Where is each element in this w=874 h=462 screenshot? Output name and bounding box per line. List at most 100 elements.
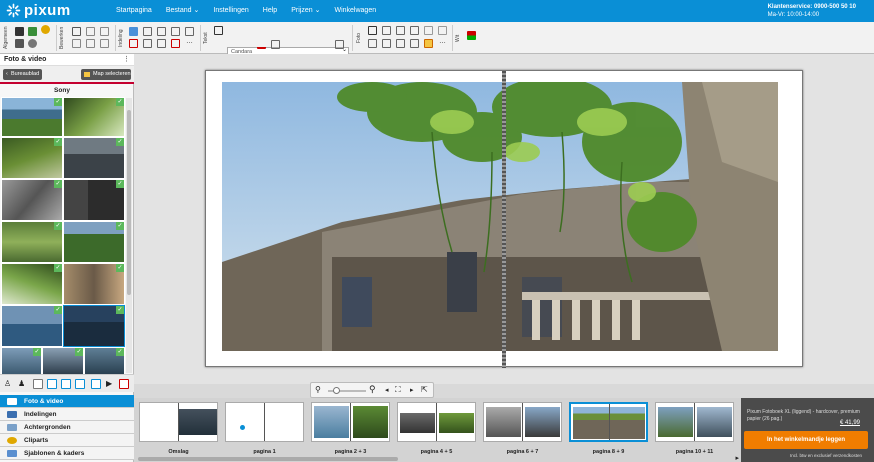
menu-help[interactable]: Help	[263, 6, 277, 14]
photo-effect-icon[interactable]	[424, 26, 433, 35]
menu-instellingen[interactable]: Instellingen	[213, 6, 248, 14]
grid-medium-icon[interactable]	[61, 379, 71, 389]
font-color-icon[interactable]	[257, 40, 266, 49]
filmstrip-scrollbar[interactable]	[138, 457, 398, 461]
align-icon[interactable]	[143, 27, 152, 36]
paint-bucket-icon[interactable]	[271, 40, 280, 49]
photo-rotate-icon[interactable]	[396, 26, 405, 35]
menu-prijzen[interactable]: Prijzen ⌄	[291, 6, 320, 15]
help-icon[interactable]	[41, 25, 50, 34]
photo-thumbnail[interactable]: ✓	[84, 347, 125, 375]
redo-icon[interactable]	[86, 27, 95, 36]
arrow-right-icon[interactable]: ▸	[410, 386, 414, 394]
fullscreen-icon[interactable]: ⛶	[395, 385, 401, 395]
nav-cliparts[interactable]: Cliparts	[0, 434, 134, 447]
spread-photo[interactable]	[222, 82, 778, 351]
cut-icon[interactable]	[72, 39, 81, 48]
page-thumb-pagina-6-7[interactable]: pagina 6 + 7	[483, 402, 562, 455]
photo-thumbnail[interactable]: ✓	[63, 221, 125, 263]
paste-icon[interactable]	[100, 39, 109, 48]
layer-back-icon[interactable]	[185, 27, 194, 36]
photo-swap-icon[interactable]	[410, 39, 419, 48]
photo-fit-icon[interactable]	[382, 39, 391, 48]
person-icon[interactable]: ♙	[4, 379, 14, 389]
fit-page-icon[interactable]: ⇱	[421, 385, 428, 394]
photo-thumbnail[interactable]: ✓	[63, 305, 125, 347]
more-icon[interactable]: …	[185, 38, 194, 48]
add-photo-icon[interactable]	[91, 379, 101, 389]
save-icon[interactable]	[15, 27, 24, 36]
crop-icon[interactable]	[382, 26, 391, 35]
photo-thumbnail[interactable]: ✓	[63, 137, 125, 179]
arrow-left-icon[interactable]: ◂	[385, 386, 389, 394]
photo-thumbnail[interactable]: ✓	[1, 347, 42, 375]
photo-filter-icon[interactable]	[424, 39, 433, 48]
page-thumb-pagina-2-3[interactable]: pagina 2 + 3	[311, 402, 390, 455]
drag-handle-icon[interactable]: ⋮	[123, 55, 130, 63]
page-thumb-pagina-4-5[interactable]: pagina 4 + 5	[397, 402, 476, 455]
preview-icon[interactable]	[15, 39, 24, 48]
main-menu: Startpagina Bestand ⌄ Instellingen Help P…	[116, 6, 376, 15]
more-icon[interactable]: …	[438, 38, 447, 48]
list-view-icon[interactable]	[33, 379, 43, 389]
page-thumb-omslag[interactable]: Omslag	[139, 402, 218, 455]
scrollbar-thumb[interactable]	[127, 110, 131, 295]
photo-thumbnail[interactable]: ✓	[63, 97, 125, 137]
photo-thumbnail[interactable]: ✓	[1, 179, 63, 221]
filter-icon[interactable]	[119, 379, 129, 389]
pixum-logo[interactable]: pixum	[6, 2, 71, 19]
nav-foto-video[interactable]: Foto & video	[0, 395, 134, 408]
text-align-icon[interactable]	[335, 40, 344, 49]
arrange-icon[interactable]	[157, 27, 166, 36]
photo-thumbnail[interactable]: ✓	[1, 305, 63, 347]
remove-frame-icon[interactable]	[171, 39, 180, 48]
page-thumb-pagina-10-11[interactable]: pagina 10 + 11	[655, 402, 734, 455]
page-thumb-pagina-8-9[interactable]: pagina 8 + 9	[569, 402, 648, 455]
photo-frame-icon[interactable]	[438, 26, 447, 35]
photo-thumbnail[interactable]: ✓	[1, 137, 63, 179]
add-to-cart-button[interactable]: In het winkelmandje leggen	[744, 431, 868, 449]
page-thumb-pagina-1[interactable]: pagina 1	[225, 402, 304, 455]
photo-zoom-icon[interactable]	[368, 39, 377, 48]
photo-thumbnail[interactable]: ✓	[1, 221, 63, 263]
copy-icon[interactable]	[86, 39, 95, 48]
color-palette-icon[interactable]	[467, 31, 476, 40]
zoom-out-icon[interactable]: ⚲	[315, 385, 321, 394]
menu-bestand[interactable]: Bestand ⌄	[166, 6, 200, 15]
photo-thumbnail[interactable]: ✓	[63, 263, 125, 305]
video-icon[interactable]: ▶	[106, 379, 116, 389]
gear-icon[interactable]	[28, 39, 37, 48]
text-box-icon[interactable]	[214, 26, 223, 35]
photo-fill-icon[interactable]	[396, 39, 405, 48]
sidebar-scrollbar[interactable]	[126, 98, 132, 373]
scroll-right-icon[interactable]: ▸	[735, 454, 739, 462]
menu-startpagina[interactable]: Startpagina	[116, 6, 152, 14]
nav-indelingen[interactable]: Indelingen	[0, 408, 134, 421]
people-icon[interactable]: ♟	[18, 379, 28, 389]
zoom-in-icon[interactable]: ⚲	[369, 384, 376, 395]
photo-thumbnail[interactable]: ✓	[1, 97, 63, 137]
photo-box-icon[interactable]	[368, 26, 377, 35]
grid-icon[interactable]	[129, 27, 138, 36]
magnet-icon[interactable]	[129, 39, 138, 48]
photo-mirror-icon[interactable]	[410, 26, 419, 35]
new-project-icon[interactable]	[28, 27, 37, 36]
grid-small-icon[interactable]	[47, 379, 57, 389]
delete-icon[interactable]	[100, 27, 109, 36]
photo-thumbnail[interactable]: ✓	[63, 179, 125, 221]
back-button[interactable]: ‹ Bureaublad	[3, 69, 42, 80]
photobook-spread[interactable]	[205, 70, 803, 368]
grid-large-icon[interactable]	[75, 379, 85, 389]
photo-thumbnail[interactable]: ✓	[1, 263, 63, 305]
select-folder-button[interactable]: Map selecteren	[81, 69, 131, 80]
undo-icon[interactable]	[72, 27, 81, 36]
product-price[interactable]: € 41,99	[840, 420, 860, 426]
rotate-icon[interactable]	[143, 39, 152, 48]
mirror-icon[interactable]	[157, 39, 166, 48]
photo-thumbnail[interactable]: ✓	[42, 347, 84, 375]
layer-icon[interactable]	[171, 27, 180, 36]
menu-winkelwagen[interactable]: Winkelwagen	[334, 6, 376, 14]
nav-achtergronden[interactable]: Achtergronden	[0, 421, 134, 434]
nav-sjablonen[interactable]: Sjablonen & kaders	[0, 447, 134, 460]
zoom-slider-handle[interactable]	[333, 387, 340, 394]
